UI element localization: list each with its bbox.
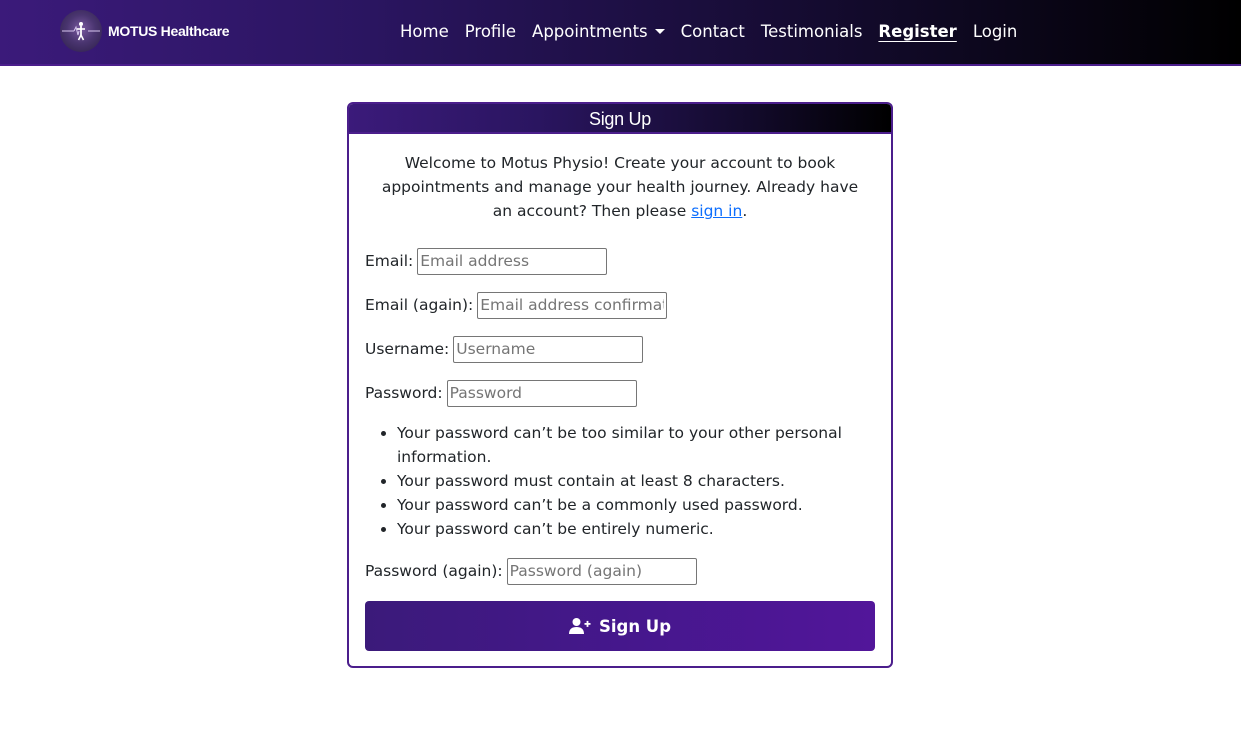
email-again-field[interactable] <box>477 291 668 319</box>
top-navbar: MOTUS Healthcare Home Profile Appointmen… <box>0 0 1241 66</box>
intro-text: Welcome to Motus Physio! Create your acc… <box>373 151 867 223</box>
password-again-row: Password (again): <box>365 557 875 585</box>
brand-link[interactable]: MOTUS Healthcare <box>60 10 230 52</box>
sign-up-button-label: Sign Up <box>598 616 672 636</box>
password-label: Password: <box>365 384 443 402</box>
brand-logo-icon <box>60 10 102 52</box>
username-label: Username: <box>365 340 450 358</box>
username-row: Username: <box>365 335 875 363</box>
nav-item-login[interactable]: Login <box>973 22 1018 41</box>
email-field[interactable] <box>417 247 608 275</box>
password-help-item: Your password can’t be too similar to yo… <box>397 421 875 469</box>
email-again-label: Email (again): <box>365 296 474 314</box>
nav-item-profile[interactable]: Profile <box>465 22 516 41</box>
password-again-field[interactable] <box>506 557 697 585</box>
password-help-item: Your password must contain at least 8 ch… <box>397 469 875 493</box>
password-again-label: Password (again): <box>365 562 503 580</box>
nav-item-contact[interactable]: Contact <box>681 22 745 41</box>
email-label: Email: <box>365 252 414 270</box>
password-row: Password: <box>365 379 875 407</box>
nav-item-home[interactable]: Home <box>400 22 449 41</box>
password-help-item: Your password can’t be entirely numeric. <box>397 517 875 541</box>
username-field[interactable] <box>453 335 644 363</box>
email-row: Email: <box>365 247 875 275</box>
chevron-down-icon <box>654 28 665 34</box>
nav-item-appointments-label: Appointments <box>532 21 648 41</box>
password-field[interactable] <box>446 379 637 407</box>
password-help-item: Your password can’t be a commonly used p… <box>397 493 875 517</box>
user-plus-icon <box>568 617 591 635</box>
signup-card: Sign Up Welcome to Motus Physio! Create … <box>347 102 893 668</box>
email-again-row: Email (again): <box>365 291 875 319</box>
intro-text-body: Welcome to Motus Physio! Create your acc… <box>381 154 859 220</box>
password-help-list: Your password can’t be too similar to yo… <box>365 421 875 541</box>
brand-name: MOTUS Healthcare <box>108 23 230 39</box>
sign-up-button[interactable]: Sign Up <box>365 601 875 651</box>
nav-item-testimonials[interactable]: Testimonials <box>761 22 863 41</box>
nav-item-register[interactable]: Register <box>878 22 956 41</box>
intro-text-end: . <box>742 202 748 220</box>
card-title: Sign Up <box>349 104 891 134</box>
signup-form: Email: Email (again): Username: Password… <box>365 247 875 651</box>
nav-menu: Home Profile Appointments Contact Testim… <box>392 0 1025 62</box>
nav-item-appointments-dropdown[interactable]: Appointments <box>532 22 665 41</box>
card-body: Welcome to Motus Physio! Create your acc… <box>349 151 891 651</box>
sign-in-link[interactable]: sign in <box>691 202 742 220</box>
